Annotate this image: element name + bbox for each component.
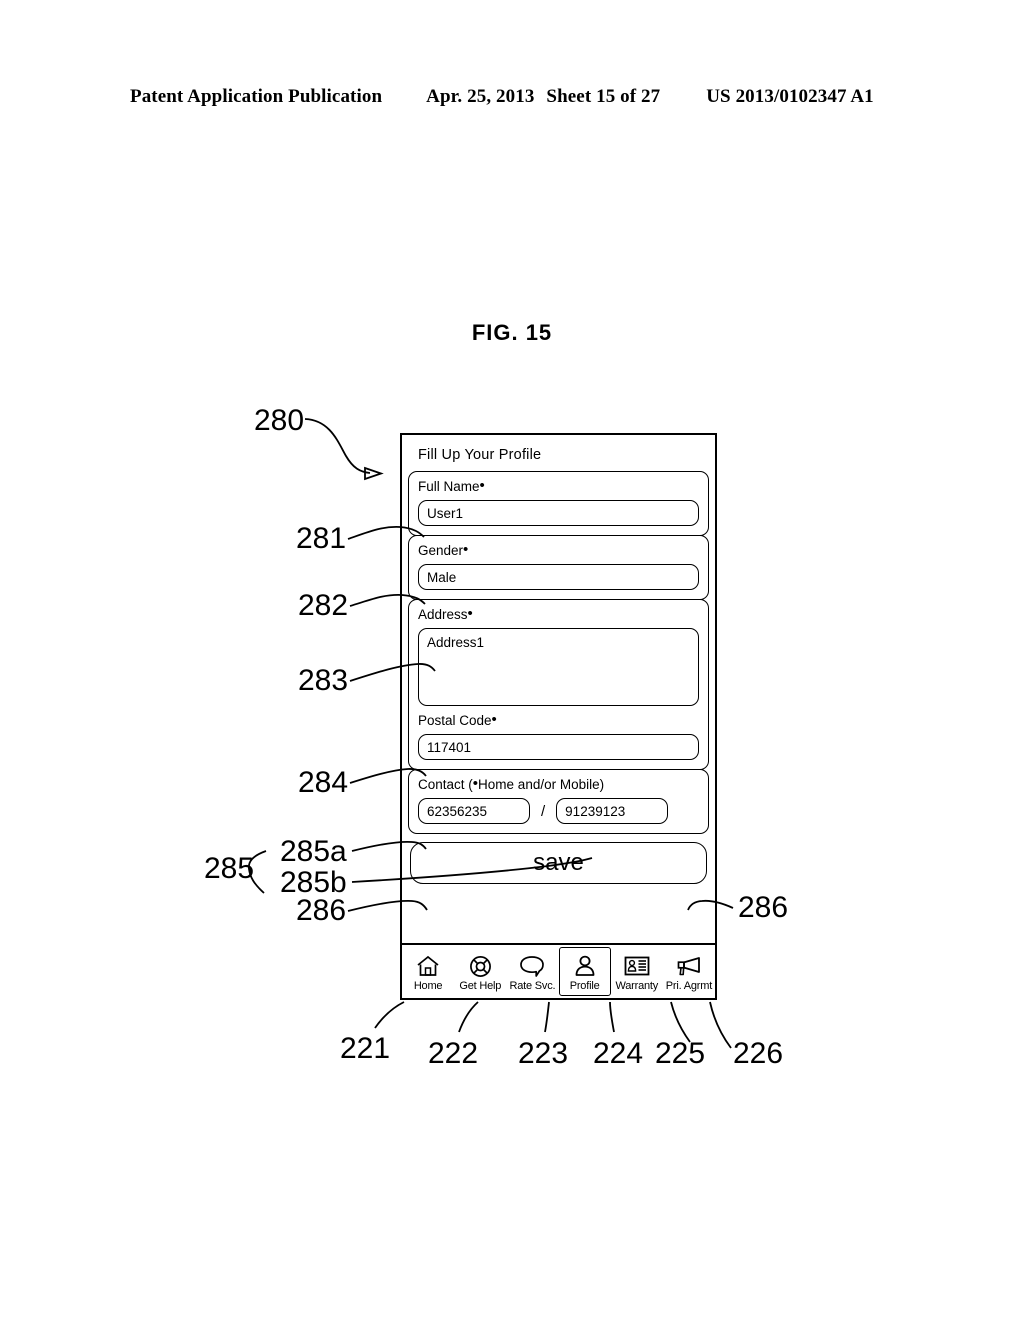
field-group-gender: Gender• Male	[408, 535, 709, 600]
required-marker-icon: •	[463, 541, 469, 558]
contact-home-input[interactable]: 62356235	[418, 798, 530, 824]
full-name-label: Full Name•	[418, 478, 699, 496]
ref-285a: 285a	[280, 835, 347, 868]
contact-label-suffix: Home and/or Mobile)	[478, 777, 605, 792]
phone-device-mockup: Fill Up Your Profile Full Name• User1 Ge…	[400, 433, 717, 1000]
contact-separator: /	[541, 802, 546, 820]
ref-286-left: 286	[296, 894, 346, 927]
address-value: Address1	[427, 635, 485, 650]
nav-label-pri-agrmt: Pri. Agrmt	[665, 980, 713, 992]
ref-280: 280	[254, 404, 304, 437]
ref-225: 225	[655, 1037, 705, 1070]
megaphone-icon	[675, 953, 702, 979]
required-marker-icon: •	[479, 477, 485, 494]
postal-code-label-text: Postal Code	[418, 713, 492, 728]
required-marker-icon: •	[491, 711, 497, 728]
gender-label: Gender•	[418, 542, 699, 560]
figure-caption: FIG. 15	[471, 320, 553, 345]
nav-item-get-help[interactable]: Get Help	[454, 945, 506, 998]
ref-224: 224	[593, 1037, 643, 1070]
lifebuoy-icon	[469, 953, 492, 979]
nav-label-home: Home	[413, 980, 443, 992]
nav-item-rate-svc[interactable]: Rate Svc.	[506, 945, 558, 998]
save-button[interactable]: save	[410, 842, 707, 884]
contact-label-prefix: Contact (	[418, 777, 473, 792]
nav-item-warranty[interactable]: Warranty	[611, 945, 663, 998]
address-label: Address•	[418, 606, 699, 624]
nav-item-home[interactable]: Home	[402, 945, 454, 998]
save-button-label: save	[533, 849, 584, 876]
postal-code-input[interactable]: 117401	[418, 734, 699, 760]
contact-label: Contact (•Home and/or Mobile)	[418, 776, 699, 794]
publication-date: Apr. 25, 2013	[426, 86, 535, 107]
contact-mobile-value: 91239123	[565, 803, 626, 819]
ref-223: 223	[518, 1037, 568, 1070]
postal-code-label: Postal Code•	[418, 712, 699, 730]
ref-286-right: 286	[738, 891, 788, 924]
publication-label: Patent Application Publication	[130, 86, 383, 107]
gender-input[interactable]: Male	[418, 564, 699, 590]
nav-label-profile: Profile	[569, 980, 600, 992]
bottom-navigation-bar: Home Get Help Rate Svc. Profile Warranty…	[402, 943, 715, 998]
sheet-number: Sheet 15 of 27	[546, 86, 661, 107]
id-card-icon	[624, 953, 650, 979]
nav-item-profile[interactable]: Profile	[558, 947, 611, 996]
save-button-wrapper: save	[402, 834, 715, 893]
full-name-value: User1	[427, 505, 464, 521]
ref-226: 226	[733, 1037, 783, 1070]
postal-code-value: 117401	[427, 739, 472, 755]
gender-label-text: Gender	[418, 543, 464, 558]
patent-number: US 2013/0102347 A1	[706, 86, 874, 107]
ref-221: 221	[340, 1032, 390, 1065]
contact-row: 62356235 / 91239123	[418, 798, 699, 824]
patent-page-header: Patent Application Publication Apr. 25, …	[130, 86, 894, 108]
profile-form: Full Name• User1 Gender• Male Address• A…	[402, 471, 715, 943]
ref-285: 285	[204, 852, 254, 885]
required-marker-icon: •	[467, 605, 473, 622]
ref-284: 284	[298, 766, 348, 799]
speech-bubble-icon	[519, 953, 545, 979]
address-label-text: Address	[418, 607, 468, 622]
ref-222: 222	[428, 1037, 478, 1070]
ref-283: 283	[298, 664, 348, 697]
ref-282: 282	[298, 589, 348, 622]
nav-label-get-help: Get Help	[459, 980, 502, 992]
address-input[interactable]: Address1	[418, 628, 699, 706]
field-group-contact: Contact (•Home and/or Mobile) 62356235 /…	[408, 769, 709, 834]
full-name-label-text: Full Name	[418, 479, 480, 494]
person-icon	[574, 953, 596, 979]
ref-281: 281	[296, 522, 346, 555]
nav-item-pri-agrmt[interactable]: Pri. Agrmt	[663, 945, 715, 998]
nav-label-warranty: Warranty	[615, 980, 659, 992]
contact-mobile-input[interactable]: 91239123	[556, 798, 669, 824]
nav-label-rate-svc: Rate Svc.	[509, 980, 556, 992]
full-name-input[interactable]: User1	[418, 500, 699, 526]
field-group-full-name: Full Name• User1	[408, 471, 709, 536]
gender-value: Male	[427, 569, 457, 585]
field-group-address-postal: Address• Address1 Postal Code• 117401	[408, 599, 709, 770]
home-icon	[416, 953, 440, 979]
ref-285b: 285b	[280, 866, 347, 899]
screen-title: Fill Up Your Profile	[418, 447, 542, 463]
contact-home-value: 62356235	[427, 803, 488, 819]
